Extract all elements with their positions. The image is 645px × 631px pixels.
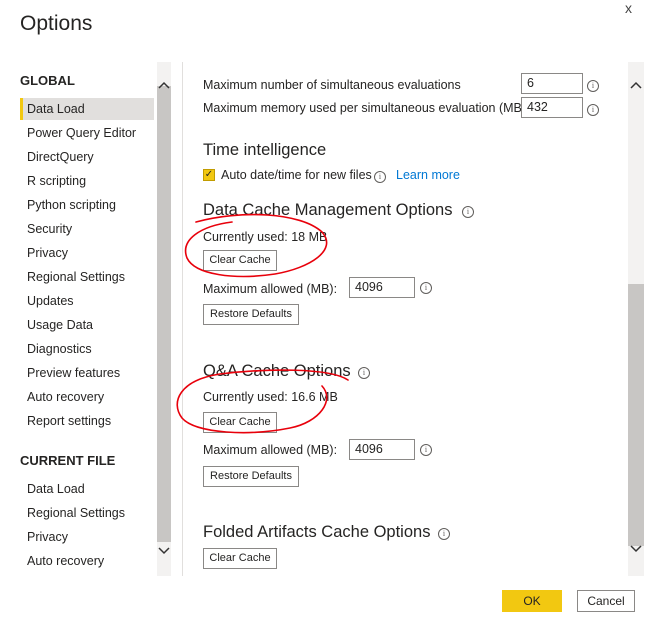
sidebar-item-file-auto-recovery[interactable]: Auto recovery bbox=[20, 550, 154, 572]
sidebar-scroll-thumb[interactable] bbox=[157, 86, 171, 542]
sidebar-item-python-scripting[interactable]: Python scripting bbox=[20, 194, 154, 216]
qa-cache-max-label: Maximum allowed (MB): bbox=[203, 443, 338, 457]
info-icon[interactable]: i bbox=[462, 206, 474, 218]
time-intelligence-heading: Time intelligence bbox=[203, 141, 327, 159]
sidebar: GLOBAL Data Load Power Query Editor Dire… bbox=[0, 62, 172, 576]
folded-cache-heading: Folded Artifacts Cache Options bbox=[203, 523, 431, 541]
sidebar-item-file-data-load[interactable]: Data Load bbox=[20, 478, 154, 500]
data-cache-clear-button[interactable]: Clear Cache bbox=[203, 250, 277, 271]
ok-button[interactable]: OK bbox=[502, 590, 562, 612]
main-scroll-thumb[interactable] bbox=[628, 284, 644, 546]
sidebar-item-auto-recovery[interactable]: Auto recovery bbox=[20, 386, 154, 408]
max-evals-label: Maximum number of simultaneous evaluatio… bbox=[203, 78, 461, 92]
main-scroll-up-chevron-icon[interactable] bbox=[629, 80, 643, 92]
info-icon[interactable]: i bbox=[358, 367, 370, 379]
info-icon[interactable]: i bbox=[420, 282, 432, 294]
max-memory-label: Maximum memory used per simultaneous eva… bbox=[203, 101, 527, 115]
data-cache-max-label: Maximum allowed (MB): bbox=[203, 282, 338, 296]
qa-cache-clear-button[interactable]: Clear Cache bbox=[203, 412, 277, 433]
scroll-up-chevron-icon[interactable] bbox=[157, 80, 171, 92]
dialog-title: Options bbox=[20, 12, 93, 35]
info-icon[interactable]: i bbox=[420, 444, 432, 456]
max-memory-input[interactable]: 432 bbox=[521, 97, 583, 118]
max-evals-input[interactable]: 6 bbox=[521, 73, 583, 94]
data-cache-restore-button[interactable]: Restore Defaults bbox=[203, 304, 299, 325]
sidebar-item-report-settings[interactable]: Report settings bbox=[20, 410, 154, 432]
close-icon[interactable]: x bbox=[625, 0, 632, 16]
qa-cache-heading: Q&A Cache Options bbox=[203, 362, 351, 380]
sidebar-item-data-load[interactable]: Data Load bbox=[20, 98, 154, 120]
qa-cache-used: Currently used: 16.6 MB bbox=[203, 390, 338, 404]
qa-cache-max-input[interactable]: 4096 bbox=[349, 439, 415, 460]
auto-datetime-checkbox[interactable]: ✓ bbox=[203, 169, 215, 181]
qa-cache-restore-button[interactable]: Restore Defaults bbox=[203, 466, 299, 487]
sidebar-item-updates[interactable]: Updates bbox=[20, 290, 154, 312]
data-cache-used: Currently used: 18 MB bbox=[203, 230, 328, 244]
learn-more-link[interactable]: Learn more bbox=[396, 168, 460, 182]
info-icon[interactable]: i bbox=[374, 171, 386, 183]
data-cache-max-input[interactable]: 4096 bbox=[349, 277, 415, 298]
sidebar-item-preview-features[interactable]: Preview features bbox=[20, 362, 154, 384]
sidebar-item-file-regional-settings[interactable]: Regional Settings bbox=[20, 502, 154, 524]
sidebar-item-r-scripting[interactable]: R scripting bbox=[20, 170, 154, 192]
sidebar-item-security[interactable]: Security bbox=[20, 218, 154, 240]
folded-cache-clear-button[interactable]: Clear Cache bbox=[203, 548, 277, 569]
auto-datetime-label: Auto date/time for new files bbox=[221, 168, 372, 182]
info-icon[interactable]: i bbox=[587, 104, 599, 116]
main-panel: Maximum number of simultaneous evaluatio… bbox=[183, 62, 628, 576]
sidebar-item-power-query-editor[interactable]: Power Query Editor bbox=[20, 122, 154, 144]
sidebar-item-privacy[interactable]: Privacy bbox=[20, 242, 154, 264]
sidebar-item-directquery[interactable]: DirectQuery bbox=[20, 146, 154, 168]
cancel-button[interactable]: Cancel bbox=[577, 590, 635, 612]
scroll-down-chevron-icon[interactable] bbox=[157, 546, 171, 558]
sidebar-item-usage-data[interactable]: Usage Data bbox=[20, 314, 154, 336]
sidebar-item-diagnostics[interactable]: Diagnostics bbox=[20, 338, 154, 360]
global-heading: GLOBAL bbox=[20, 73, 75, 88]
sidebar-item-file-privacy[interactable]: Privacy bbox=[20, 526, 154, 548]
current-file-heading: CURRENT FILE bbox=[20, 453, 116, 468]
info-icon[interactable]: i bbox=[587, 80, 599, 92]
info-icon[interactable]: i bbox=[438, 528, 450, 540]
sidebar-item-regional-settings[interactable]: Regional Settings bbox=[20, 266, 154, 288]
main-scroll-down-chevron-icon[interactable] bbox=[629, 544, 643, 556]
data-cache-heading: Data Cache Management Options bbox=[203, 201, 453, 219]
